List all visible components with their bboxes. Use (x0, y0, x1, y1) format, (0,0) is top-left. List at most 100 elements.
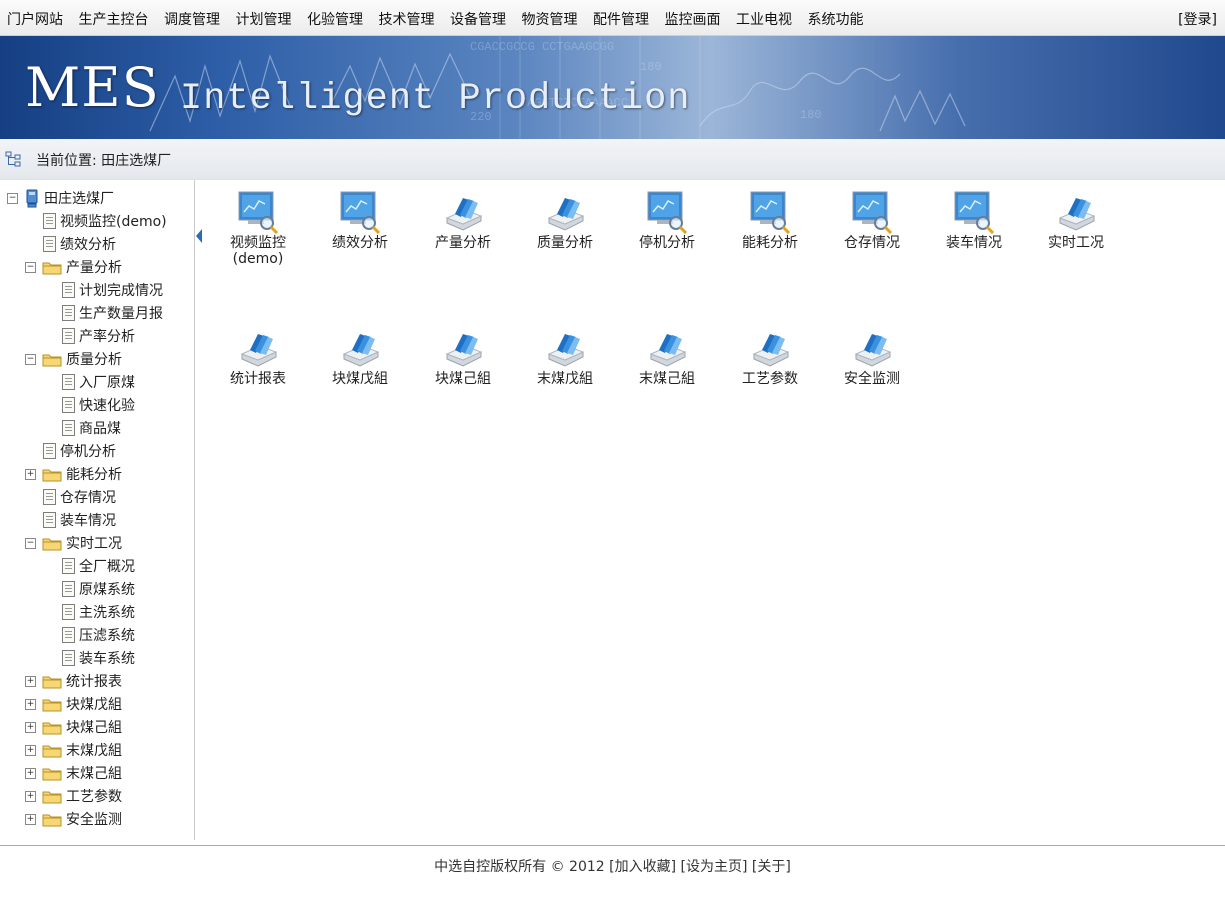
tree-node-leaf[interactable]: 计划完成情况 (62, 279, 163, 301)
menu-item-lab[interactable]: 化验管理 (307, 9, 363, 29)
menu-item-system[interactable]: 系统功能 (808, 9, 864, 29)
footer-link-homepage[interactable]: [设为主页] (681, 859, 748, 875)
tile-15[interactable]: 安全监测 (827, 326, 917, 387)
tree-node-leaf[interactable]: 商品煤 (62, 417, 121, 439)
menu-item-equipment[interactable]: 设备管理 (450, 9, 506, 29)
tile-10[interactable]: 块煤戊組 (315, 326, 405, 387)
folder-icon (42, 467, 62, 482)
tree-root-label: 田庄选煤厂 (44, 191, 114, 207)
menu-item-technology[interactable]: 技术管理 (379, 9, 435, 29)
tree-node-folder[interactable]: + 块煤戊組 (25, 693, 122, 715)
tile-label: 质量分析 (537, 235, 593, 251)
footer-link-favorite[interactable]: [加入收藏] (609, 859, 676, 875)
tree-node-folder[interactable]: + 能耗分析 (25, 463, 122, 485)
tree-node-folder[interactable]: − 质量分析 (25, 348, 122, 370)
tile-0[interactable]: 视频监控 (demo) (213, 190, 303, 267)
tile-12[interactable]: 末煤戊組 (520, 326, 610, 387)
expand-toggle-icon[interactable]: + (25, 744, 36, 756)
expand-toggle-icon[interactable]: + (25, 790, 36, 802)
page-icon (62, 627, 75, 643)
tree-node-folder[interactable]: − 产量分析 (25, 256, 122, 278)
tree-node-leaf[interactable]: 绩效分析 (43, 233, 116, 255)
tree-node-leaf[interactable]: 生产数量月报 (62, 302, 163, 324)
menu-item-materials[interactable]: 物资管理 (522, 9, 578, 29)
tile-13[interactable]: 末煤己組 (622, 326, 712, 387)
tree-node-folder[interactable]: + 块煤己組 (25, 716, 122, 738)
tile-8[interactable]: 实时工况 (1031, 190, 1121, 251)
tile-9[interactable]: 统计报表 (213, 326, 303, 387)
tile-11[interactable]: 块煤己組 (418, 326, 508, 387)
menu-item-parts[interactable]: 配件管理 (593, 9, 649, 29)
tree-node-leaf[interactable]: 装车系统 (62, 647, 135, 669)
footer-link-about[interactable]: [关于] (752, 859, 791, 875)
tree-node-label: 质量分析 (66, 352, 122, 368)
tile-label: 块煤己組 (435, 371, 491, 387)
tree-node-label: 视频监控(demo) (60, 214, 167, 230)
tile-label: 安全监测 (844, 371, 900, 387)
document-stack-icon (543, 190, 587, 234)
collapse-toggle-icon[interactable]: − (25, 261, 36, 273)
collapse-sidebar-icon[interactable] (195, 228, 203, 244)
tree-node-leaf[interactable]: 视频监控(demo) (43, 210, 167, 232)
tree-node-folder[interactable]: + 安全监测 (25, 808, 122, 830)
tile-1[interactable]: 绩效分析 (315, 190, 405, 251)
menu-item-industrial-tv[interactable]: 工业电视 (736, 9, 792, 29)
tile-7[interactable]: 装车情况 (929, 190, 1019, 251)
page-icon (43, 213, 56, 229)
login-link[interactable]: [登录] (1178, 9, 1217, 29)
tile-14[interactable]: 工艺参数 (725, 326, 815, 387)
expand-toggle-icon[interactable]: + (25, 698, 36, 710)
svg-text:180: 180 (800, 108, 822, 122)
folder-icon (42, 697, 62, 712)
tile-3[interactable]: 质量分析 (520, 190, 610, 251)
menu-item-dispatch[interactable]: 调度管理 (164, 9, 220, 29)
tree-node-folder[interactable]: + 工艺参数 (25, 785, 122, 807)
expand-toggle-icon[interactable]: + (25, 468, 36, 480)
tree-node-leaf[interactable]: 停机分析 (43, 440, 116, 462)
menu-item-planning[interactable]: 计划管理 (236, 9, 292, 29)
menu-item-monitoring[interactable]: 监控画面 (665, 9, 721, 29)
collapse-toggle-icon[interactable]: − (7, 192, 18, 204)
tree-node-leaf[interactable]: 入厂原煤 (62, 371, 135, 393)
sitemap-icon (5, 151, 21, 167)
menu-item-portal[interactable]: 门户网站 (7, 9, 63, 29)
expand-toggle-icon[interactable]: + (25, 721, 36, 733)
page-icon (62, 604, 75, 620)
tile-label: 绩效分析 (332, 235, 388, 251)
tree-node-folder[interactable]: + 末煤己組 (25, 762, 122, 784)
tree-node-label: 工艺参数 (66, 789, 122, 805)
tree-root[interactable]: − 田庄选煤厂 (7, 187, 114, 209)
tree-node-label: 仓存情况 (60, 490, 116, 506)
tree-node-leaf[interactable]: 仓存情况 (43, 486, 116, 508)
expand-toggle-icon[interactable]: + (25, 767, 36, 779)
tile-4[interactable]: 停机分析 (622, 190, 712, 251)
tree-node-folder[interactable]: + 末煤戊組 (25, 739, 122, 761)
tree-node-leaf[interactable]: 产率分析 (62, 325, 135, 347)
tile-label: 装车情况 (946, 235, 1002, 251)
collapse-toggle-icon[interactable]: − (25, 537, 36, 549)
tree-node-leaf[interactable]: 原煤系统 (62, 578, 135, 600)
tile-label: 产量分析 (435, 235, 491, 251)
tile-2[interactable]: 产量分析 (418, 190, 508, 251)
tree-node-label: 末煤己組 (66, 766, 122, 782)
tree-node-leaf[interactable]: 快速化验 (62, 394, 135, 416)
monitor-magnifier-icon (748, 190, 792, 235)
collapse-toggle-icon[interactable]: − (25, 353, 36, 365)
tree-node-folder[interactable]: − 实时工况 (25, 532, 122, 554)
tree-node-leaf[interactable]: 主洗系统 (62, 601, 135, 623)
menu-item-production-console[interactable]: 生产主控台 (79, 9, 149, 29)
page-icon (62, 650, 75, 666)
tile-5[interactable]: 能耗分析 (725, 190, 815, 251)
tile-label: 停机分析 (639, 235, 695, 251)
expand-toggle-icon[interactable]: + (25, 675, 36, 687)
document-stack-icon (338, 326, 382, 370)
page-icon (62, 374, 75, 390)
tree-node-label: 商品煤 (79, 421, 121, 437)
tree-node-folder[interactable]: + 统计报表 (25, 670, 122, 692)
tree-node-leaf[interactable]: 全厂概况 (62, 555, 135, 577)
expand-toggle-icon[interactable]: + (25, 813, 36, 825)
tree-node-leaf[interactable]: 装车情况 (43, 509, 116, 531)
tree-node-leaf[interactable]: 压滤系统 (62, 624, 135, 646)
tile-6[interactable]: 仓存情况 (827, 190, 917, 251)
page-icon (43, 489, 56, 505)
